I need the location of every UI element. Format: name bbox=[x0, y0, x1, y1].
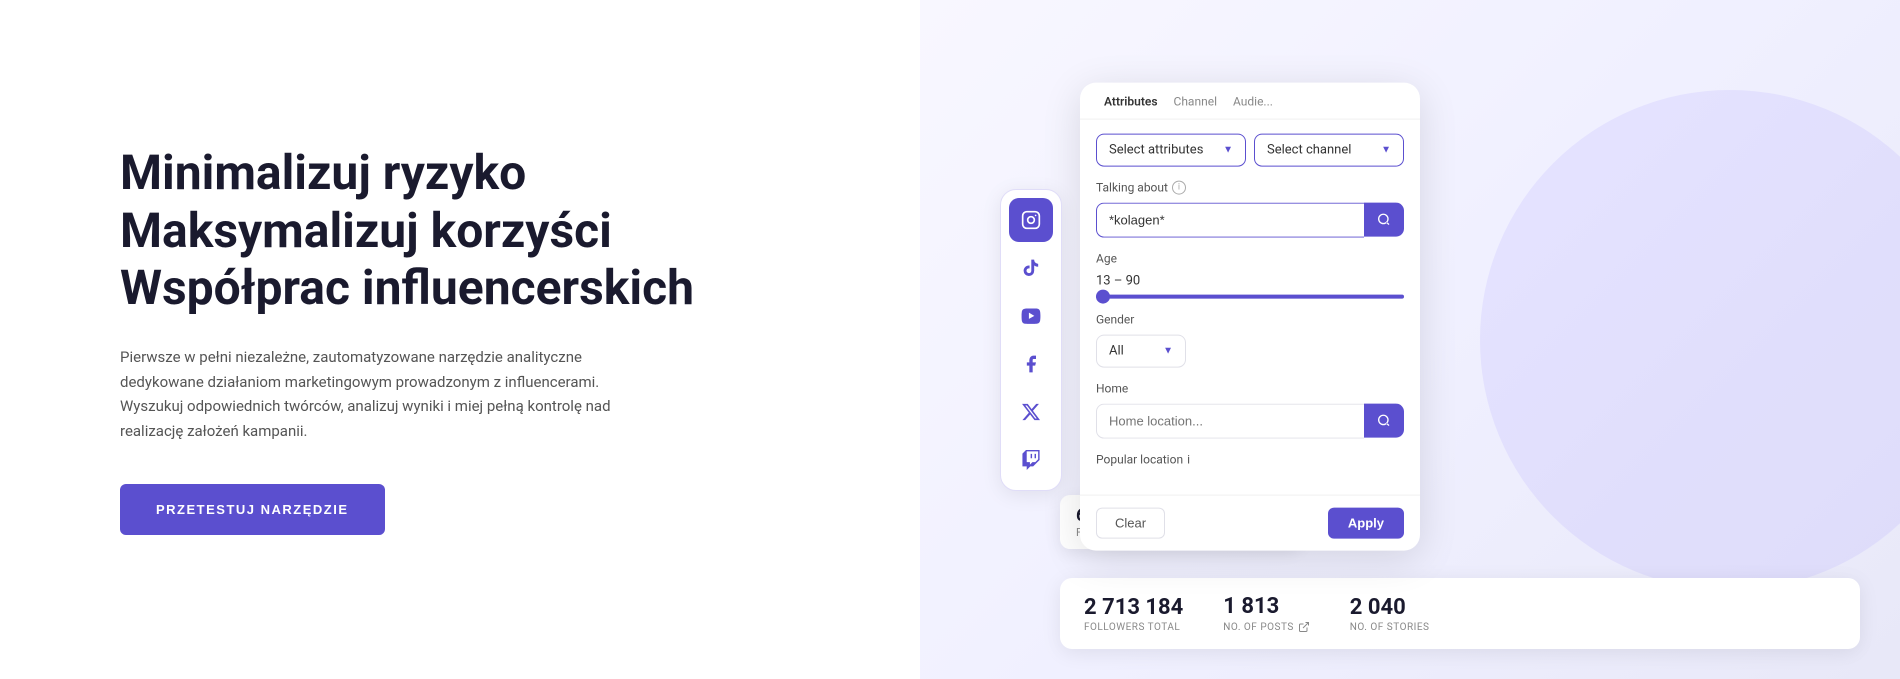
home-location-search-button[interactable] bbox=[1364, 404, 1404, 438]
talking-about-search-button[interactable] bbox=[1364, 203, 1404, 237]
social-icon-instagram[interactable] bbox=[1009, 198, 1053, 242]
gender-section: Gender All ▼ bbox=[1096, 312, 1404, 367]
followers-total-value: 2 713 184 bbox=[1084, 595, 1183, 620]
filter-header: Attributes Channel Audie... bbox=[1080, 82, 1420, 119]
hero-description: Pierwsze w pełni niezależne, zautomatyzo… bbox=[120, 345, 620, 444]
social-icon-youtube[interactable] bbox=[1009, 294, 1053, 338]
social-sidebar bbox=[1000, 189, 1062, 491]
right-section: Attributes Channel Audie... Select attri… bbox=[920, 0, 1900, 679]
home-section: Home bbox=[1096, 381, 1404, 438]
followers-total-label: FOLLOWERS TOTAL bbox=[1084, 622, 1183, 633]
clear-button[interactable]: Clear bbox=[1096, 507, 1165, 538]
hero-title-line1: Minimalizuj ryzyko bbox=[120, 144, 526, 201]
stories-value: 2 040 bbox=[1350, 595, 1430, 620]
gender-dropdown[interactable]: All ▼ bbox=[1096, 334, 1186, 367]
talking-about-input[interactable] bbox=[1096, 202, 1364, 237]
stat-posts: 1 813 NO. OF POSTS bbox=[1223, 594, 1309, 633]
talking-about-input-row bbox=[1096, 202, 1404, 237]
stat-stories: 2 040 NO. OF STORIES bbox=[1350, 595, 1430, 633]
select-channel-dropdown[interactable]: Select channel ▼ bbox=[1254, 133, 1404, 166]
select-attributes-dropdown[interactable]: Select attributes ▼ bbox=[1096, 133, 1246, 166]
stat-followers-total: 2 713 184 FOLLOWERS TOTAL bbox=[1084, 595, 1183, 633]
age-range-values: 13 – 90 bbox=[1096, 273, 1404, 288]
age-range-track bbox=[1096, 294, 1404, 298]
social-icon-twitch[interactable] bbox=[1009, 438, 1053, 482]
posts-value: 1 813 bbox=[1223, 594, 1309, 619]
age-label: Age bbox=[1096, 251, 1404, 265]
stories-value-label: NO. OF STORIES bbox=[1350, 622, 1430, 633]
popular-location-info-icon[interactable]: i bbox=[1187, 452, 1190, 466]
chevron-down-icon: ▼ bbox=[1223, 144, 1233, 155]
apply-button[interactable]: Apply bbox=[1328, 507, 1404, 538]
talking-about-info-icon[interactable]: i bbox=[1172, 180, 1186, 194]
stats-bar: 2 713 184 FOLLOWERS TOTAL 1 813 NO. OF P… bbox=[1060, 578, 1860, 649]
filter-body: Select attributes ▼ Select channel ▼ Tal… bbox=[1080, 119, 1420, 494]
chevron-down-icon-2: ▼ bbox=[1381, 144, 1391, 155]
external-link-icon bbox=[1298, 621, 1310, 633]
social-icon-facebook[interactable] bbox=[1009, 342, 1053, 386]
age-range-slider[interactable] bbox=[1096, 294, 1404, 298]
talking-about-section: Talking about i bbox=[1096, 180, 1404, 237]
age-section: Age 13 – 90 bbox=[1096, 251, 1404, 298]
cta-button[interactable]: PRZETESTUJ NARZĘDZIE bbox=[120, 484, 385, 535]
home-location-input[interactable] bbox=[1096, 403, 1364, 438]
search-icon bbox=[1376, 212, 1392, 228]
social-icon-twitter[interactable] bbox=[1009, 390, 1053, 434]
hero-title: Minimalizuj ryzyko Maksymalizuj korzyści… bbox=[120, 144, 840, 317]
hero-section: Minimalizuj ryzyko Maksymalizuj korzyści… bbox=[0, 0, 920, 679]
filter-panel: Attributes Channel Audie... Select attri… bbox=[1080, 82, 1420, 550]
gender-label: Gender bbox=[1096, 312, 1404, 326]
bg-decoration bbox=[1480, 90, 1900, 590]
gender-chevron-icon: ▼ bbox=[1163, 345, 1173, 356]
popular-location-label: Popular location i bbox=[1096, 452, 1404, 466]
posts-label: NO. OF POSTS bbox=[1223, 621, 1309, 633]
tab-attributes[interactable]: Attributes bbox=[1096, 94, 1166, 118]
hero-title-line3: Współprac influencerskich bbox=[120, 259, 694, 316]
talking-about-label: Talking about i bbox=[1096, 180, 1404, 194]
hero-title-line2: Maksymalizuj korzyści bbox=[120, 202, 612, 259]
location-search-icon bbox=[1376, 413, 1392, 429]
filter-footer: Clear Apply bbox=[1080, 494, 1420, 550]
channel-dropdown-label: Select channel bbox=[1267, 142, 1351, 157]
home-label: Home bbox=[1096, 381, 1404, 395]
tab-audience[interactable]: Audie... bbox=[1225, 94, 1281, 118]
social-icon-tiktok[interactable] bbox=[1009, 246, 1053, 290]
filter-dropdowns-row: Select attributes ▼ Select channel ▼ bbox=[1096, 133, 1404, 166]
tab-channel[interactable]: Channel bbox=[1166, 94, 1225, 118]
age-range-thumb-min[interactable] bbox=[1096, 289, 1110, 303]
attributes-dropdown-label: Select attributes bbox=[1109, 142, 1203, 157]
gender-value: All bbox=[1109, 343, 1124, 358]
home-location-row bbox=[1096, 403, 1404, 438]
